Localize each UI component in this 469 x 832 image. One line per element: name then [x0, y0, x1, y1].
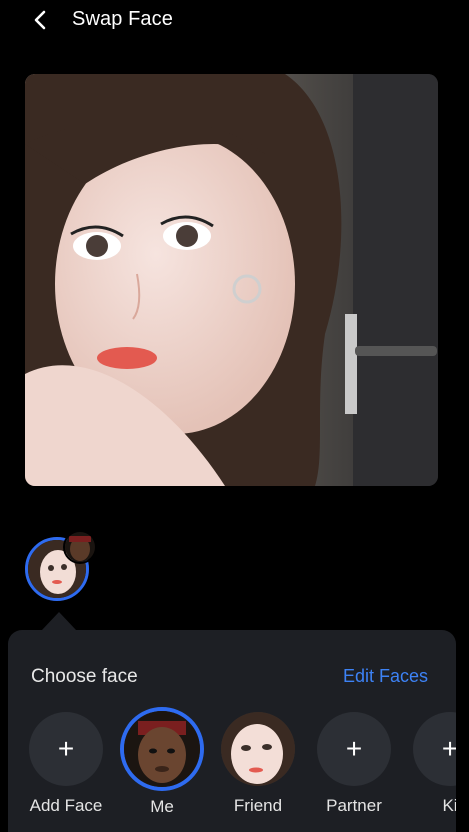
- face-avatar-friend[interactable]: [221, 712, 295, 786]
- face-label: Me: [150, 797, 174, 816]
- face-option-friend[interactable]: Friend: [213, 712, 303, 816]
- add-kid-button[interactable]: +: [413, 712, 456, 786]
- back-button[interactable]: [26, 6, 54, 34]
- choose-face-panel: Choose face Edit Faces + Add Face Me Fri…: [8, 630, 456, 832]
- top-bar: Swap Face: [0, 0, 469, 44]
- add-partner-button[interactable]: +: [317, 712, 391, 786]
- face-label: Ki: [442, 796, 456, 815]
- swap-preview[interactable]: [25, 530, 99, 602]
- source-face-thumbnail: [63, 530, 97, 564]
- panel-pointer: [42, 612, 76, 630]
- plus-icon: +: [345, 733, 363, 764]
- face-label: Friend: [233, 796, 283, 815]
- face-option-partner[interactable]: + Partner: [309, 712, 399, 816]
- edit-faces-link[interactable]: Edit Faces: [343, 666, 428, 687]
- add-face-button[interactable]: +: [29, 712, 103, 786]
- chevron-left-icon: [34, 10, 46, 30]
- page-title: Swap Face: [72, 8, 173, 30]
- face-label: Partner: [326, 796, 382, 815]
- face-label: Add Face: [29, 796, 103, 815]
- choose-face-heading: Choose face: [31, 666, 138, 687]
- target-photo: [25, 74, 438, 486]
- plus-icon: +: [57, 733, 75, 764]
- plus-icon: +: [441, 733, 456, 764]
- face-option-me[interactable]: Me: [117, 707, 207, 817]
- face-option-add[interactable]: + Add Face: [21, 712, 111, 816]
- face-option-kid[interactable]: + Ki: [405, 712, 456, 816]
- face-avatar-me[interactable]: [120, 707, 204, 791]
